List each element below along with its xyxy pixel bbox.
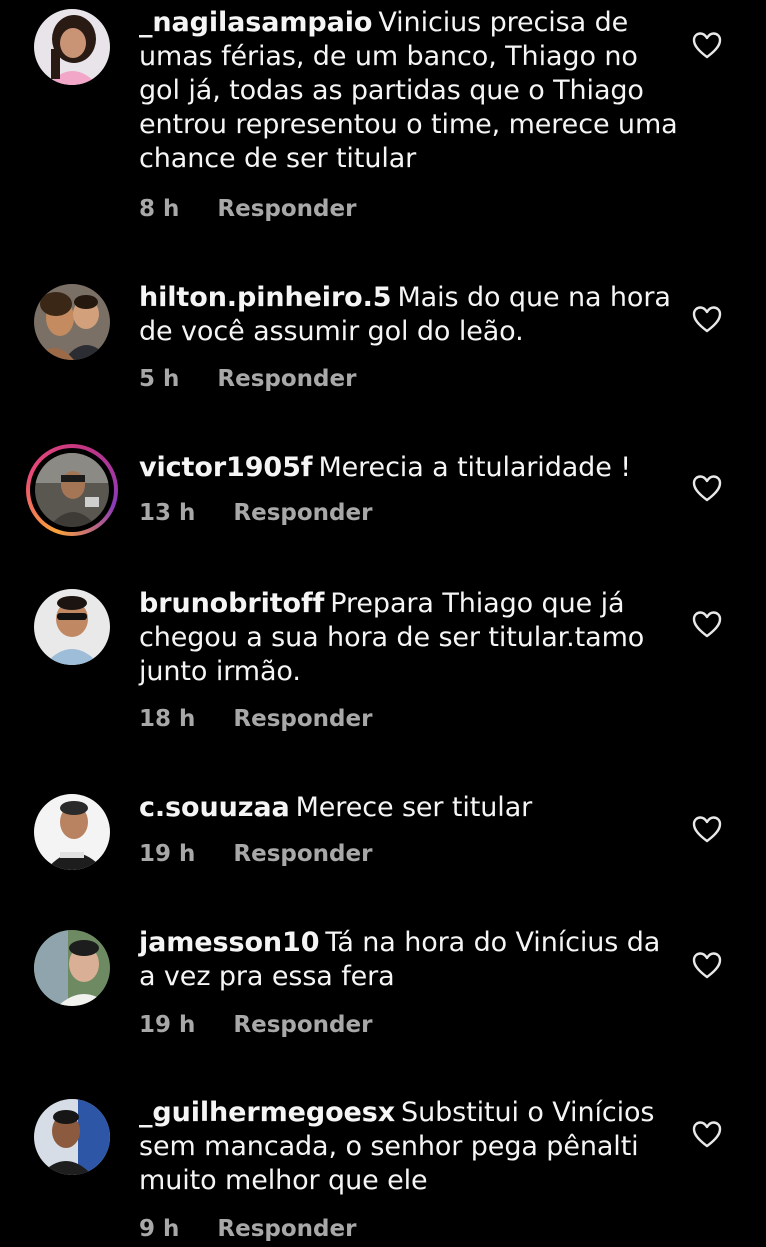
comment-username[interactable]: hilton.pinheiro.5 xyxy=(139,282,392,313)
comment-time: 9 h xyxy=(139,1216,180,1242)
heart-icon[interactable] xyxy=(692,951,722,979)
comment-username[interactable]: c.souuzaa xyxy=(139,792,290,823)
avatar-ring-gap xyxy=(30,448,114,532)
comment-time: 19 h xyxy=(139,1012,196,1038)
heart-icon[interactable] xyxy=(692,1120,722,1148)
heart-icon[interactable] xyxy=(692,815,722,843)
reply-button[interactable]: Responder xyxy=(233,499,372,527)
reply-button[interactable]: Responder xyxy=(217,365,356,393)
comment-meta: 19 h Responder xyxy=(139,1011,372,1039)
avatar[interactable] xyxy=(34,589,110,665)
comment-meta: 9 h Responder xyxy=(139,1215,356,1243)
comment-username[interactable]: _guilhermegoesx xyxy=(139,1097,395,1128)
reply-button[interactable]: Responder xyxy=(233,840,372,868)
comment-text: _guilhermegoesx Substitui o Vinícios sem … xyxy=(139,1096,679,1198)
comment-meta: 8 h Responder xyxy=(139,195,356,223)
comment-username[interactable]: victor1905f xyxy=(139,452,313,483)
avatar[interactable] xyxy=(34,284,110,360)
comment-text: victor1905f Merecia a titularidade ! xyxy=(139,451,679,485)
comment-text: jamesson10 Tá na hora do Vinícius da a ve… xyxy=(139,926,679,994)
comment-text: _nagilasampaio Vinicius precisa de umas f… xyxy=(139,6,679,176)
comment-time: 5 h xyxy=(139,366,180,392)
heart-icon[interactable] xyxy=(692,474,722,502)
comment-time: 19 h xyxy=(139,841,196,867)
comment-text: hilton.pinheiro.5 Mais do que na hora de … xyxy=(139,281,679,349)
comment-time: 8 h xyxy=(139,196,180,222)
avatar xyxy=(35,453,109,527)
comment-username[interactable]: _nagilasampaio xyxy=(139,7,372,38)
heart-icon[interactable] xyxy=(692,305,722,333)
comment-meta: 18 h Responder xyxy=(139,705,372,733)
avatar[interactable] xyxy=(34,9,110,85)
heart-icon[interactable] xyxy=(692,31,722,59)
comment-text: brunobritoff Prepara Thiago que já chegou… xyxy=(139,587,679,689)
comment-body: Merece ser titular xyxy=(295,792,533,823)
heart-icon[interactable] xyxy=(692,610,722,638)
reply-button[interactable]: Responder xyxy=(217,195,356,223)
comment-meta: 19 h Responder xyxy=(139,840,372,868)
avatar[interactable] xyxy=(34,930,110,1006)
reply-button[interactable]: Responder xyxy=(233,1011,372,1039)
reply-button[interactable]: Responder xyxy=(217,1215,356,1243)
avatar-story-ring[interactable] xyxy=(26,444,118,536)
comment-username[interactable]: brunobritoff xyxy=(139,588,324,619)
comment-time: 18 h xyxy=(139,706,196,732)
avatar[interactable] xyxy=(34,794,110,870)
comment-meta: 5 h Responder xyxy=(139,365,356,393)
comment-body: Merecia a titularidade ! xyxy=(318,452,631,483)
avatar[interactable] xyxy=(34,1099,110,1175)
reply-button[interactable]: Responder xyxy=(233,705,372,733)
comment-username[interactable]: jamesson10 xyxy=(139,927,320,958)
comment-meta: 13 h Responder xyxy=(139,499,372,527)
comment-time: 13 h xyxy=(139,500,196,526)
comment-text: c.souuzaa Merece ser titular xyxy=(139,791,679,825)
